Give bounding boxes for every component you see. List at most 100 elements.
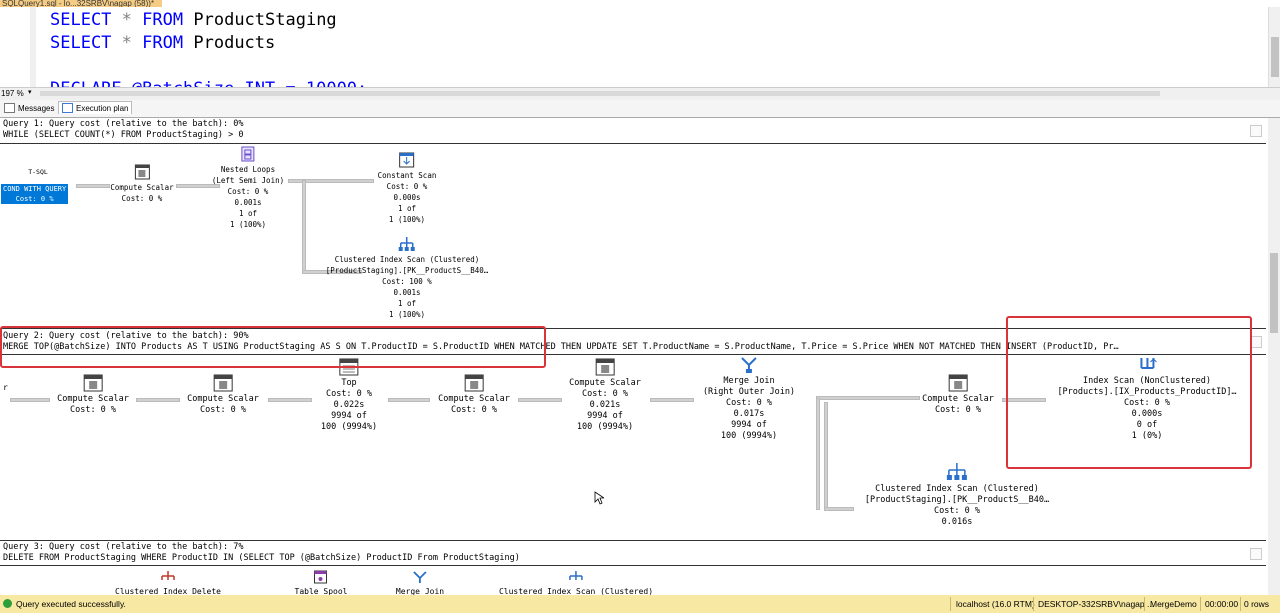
highlight-box-merge-statement: [0, 326, 546, 368]
query1-header: Query 1: Query cost (relative to the bat…: [3, 119, 244, 129]
node-rows: 1 of: [397, 204, 417, 213]
node-label: Compute Scalar: [569, 378, 641, 388]
node-label: Clustered Index Scan (Clustered): [334, 255, 480, 264]
clustered-index-scan-icon: [946, 463, 967, 480]
compute-scalar-node[interactable]: Compute Scalar Cost: 0 %: [110, 164, 174, 204]
node-estimate: 100 (9994%): [320, 422, 378, 432]
node-cost: Cost: 0 %: [15, 195, 54, 203]
merge-join-icon: [741, 357, 757, 373]
separator: [0, 143, 1266, 144]
collapse-button[interactable]: [1250, 125, 1262, 137]
compute-scalar-node[interactable]: Compute Scalar Cost: 0 %: [922, 374, 994, 416]
status-message: Query executed successfully.: [16, 599, 126, 609]
chevron-down-icon[interactable]: ▾: [28, 88, 32, 96]
table-name: ProductStaging: [193, 10, 337, 30]
node-cost: Cost: 0 %: [69, 405, 117, 415]
divider: [1240, 597, 1241, 611]
node-estimate: 1 (100%): [388, 215, 426, 224]
operator: *: [121, 10, 132, 30]
node-cost: Cost: 100 %: [382, 277, 432, 286]
sql-line-partial: DECLARE @BatchSize INT = 10000;: [50, 78, 367, 87]
keyword: FROM: [142, 10, 184, 30]
node-label: Top: [341, 378, 357, 388]
separator: [0, 540, 1266, 541]
execution-plan-icon: [62, 103, 73, 113]
cond-with-query-node[interactable]: COND WITH QUERY Cost: 0 %: [1, 184, 69, 204]
clustered-index-delete-node[interactable]: Clustered Index Delete: [115, 570, 221, 597]
sql-editor[interactable]: SELECT * FROM ProductStaging SELECT * FR…: [0, 7, 1268, 87]
table-spool-node[interactable]: Table Spool: [295, 570, 347, 597]
tab-execution-plan[interactable]: Execution plan: [58, 101, 133, 114]
nested-loops-node[interactable]: Nested Loops (Left Semi Join) Cost: 0 % …: [212, 146, 284, 230]
flow-arrow: [650, 398, 694, 402]
document-tab[interactable]: SQLQuery1.sql - lo...32SRBV\nagap (58))*: [0, 0, 162, 7]
flow-arrow: [10, 398, 50, 402]
node-cost: Cost: 0 %: [199, 405, 247, 415]
flow-arrow: [268, 398, 312, 402]
editor-scrollbar[interactable]: [1268, 7, 1280, 87]
clustered-index-scan-node[interactable]: Clustered Index Scan (Clustered) [Produc…: [325, 236, 489, 320]
node-estimate: 100 (9994%): [720, 431, 778, 441]
node-estimate: 1 (100%): [388, 310, 426, 319]
node-object: [ProductStaging].[PK__ProductS__B40…: [864, 495, 1050, 505]
node-time: 0.017s: [733, 409, 765, 419]
clustered-index-delete-icon: [161, 571, 175, 580]
compute-scalar-icon: [948, 374, 968, 392]
node-object: [ProductStaging].[PK__ProductS__B40…: [325, 266, 489, 275]
node-label: Compute Scalar: [57, 394, 129, 404]
flow-arrow: [518, 398, 562, 402]
mouse-cursor-icon: [594, 491, 604, 505]
node-sublabel: (Right Outer Join): [702, 387, 796, 397]
scroll-thumb[interactable]: [1270, 253, 1278, 333]
flow-arrow: [388, 398, 430, 402]
table-name: Products: [193, 33, 276, 53]
node-cost: Cost: 0 %: [934, 405, 982, 415]
sql-line-1: SELECT * FROM ProductStaging: [50, 9, 337, 31]
node-rows: 9994 of: [731, 420, 767, 430]
compute-scalar-node[interactable]: Compute Scalar Cost: 0 %: [187, 374, 259, 416]
node-rows: 9994 of: [331, 411, 367, 421]
node-label: Compute Scalar: [438, 394, 510, 404]
editor-margin: [30, 7, 36, 87]
compute-scalar-node[interactable]: Compute Scalar Cost: 0 %: [438, 374, 510, 416]
node-cost: Cost: 0 %: [227, 187, 269, 196]
horizontal-scrollbar[interactable]: [40, 91, 1160, 96]
highlight-box-index-scan: [1006, 316, 1252, 469]
flow-arrow: [302, 180, 306, 272]
divider: [950, 597, 951, 611]
operator: *: [121, 33, 132, 53]
merge-join-node[interactable]: Merge Join (Right Outer Join) Cost: 0 % …: [703, 356, 795, 442]
node-label: Nested Loops: [220, 165, 276, 174]
merge-join-icon: [413, 571, 427, 583]
compute-scalar-node[interactable]: Compute Scalar Cost: 0 % 0.021s 9994 of …: [569, 358, 641, 433]
collapse-button[interactable]: [1250, 548, 1262, 560]
node-cost: Cost: 0 %: [725, 398, 773, 408]
zoom-level[interactable]: 197 %: [1, 89, 24, 98]
scroll-thumb[interactable]: [1271, 37, 1279, 77]
flow-arrow: [136, 398, 180, 402]
node-cost: Cost: 0 %: [325, 389, 373, 399]
constant-scan-node[interactable]: Constant Scan Cost: 0 % 0.000s 1 of 1 (1…: [378, 152, 436, 225]
status-server: localhost (16.0 RTM): [956, 599, 1035, 609]
clustered-index-scan-node[interactable]: Clustered Index Scan (Clustered) [Produc…: [865, 462, 1049, 528]
clustered-index-scan-node[interactable]: Clustered Index Scan (Clustered): [499, 570, 653, 597]
flow-arrow: [288, 179, 374, 183]
merge-join-node[interactable]: Merge Join: [396, 570, 444, 597]
status-bar: Query executed successfully. localhost (…: [0, 595, 1280, 613]
execution-plan-pane[interactable]: Query 1: Query cost (relative to the bat…: [0, 118, 1268, 597]
plan-scrollbar[interactable]: [1268, 118, 1280, 595]
node-cost: Cost: 0 %: [121, 194, 163, 203]
node-sublabel: (Left Semi Join): [211, 176, 285, 185]
clustered-index-scan-icon: [569, 571, 583, 580]
tab-messages[interactable]: Messages: [4, 103, 54, 113]
keyword: SELECT: [50, 33, 112, 53]
top-node[interactable]: Top Cost: 0 % 0.022s 9994 of 100 (9994%): [321, 358, 377, 433]
status-user: DESKTOP-332SRBV\nagap ...: [1038, 599, 1155, 609]
divider: [1200, 597, 1201, 611]
compute-scalar-node[interactable]: Compute Scalar Cost: 0 %: [57, 374, 129, 416]
messages-icon: [4, 103, 15, 113]
node-time: 0.022s: [333, 400, 365, 410]
query3-statement: DELETE FROM ProductStaging WHERE Product…: [3, 553, 520, 563]
keyword: SELECT: [50, 10, 112, 30]
node-time: 0.001s: [234, 198, 262, 207]
